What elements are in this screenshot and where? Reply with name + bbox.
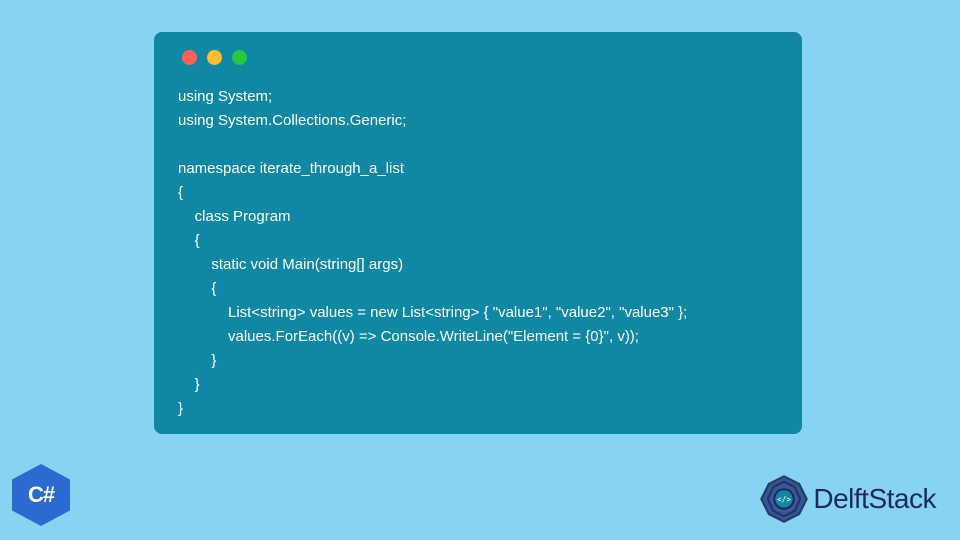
hexagon-icon: C# (12, 464, 70, 526)
code-window: using System; using System.Collections.G… (154, 32, 802, 434)
maximize-icon (232, 50, 247, 65)
traffic-lights (182, 50, 778, 65)
code-line: } (178, 352, 216, 369)
minimize-icon (207, 50, 222, 65)
code-line: using System; (178, 88, 272, 105)
csharp-label: C# (28, 482, 54, 508)
svg-text:</>: </> (778, 495, 792, 504)
code-line: } (178, 376, 200, 393)
code-line: namespace iterate_through_a_list (178, 160, 404, 177)
code-block: using System; using System.Collections.G… (178, 85, 778, 421)
code-line: { (178, 184, 183, 201)
code-line: static void Main(string[] args) (178, 256, 403, 273)
csharp-badge: C# (12, 464, 70, 526)
delftstack-label: DelftStack (813, 483, 936, 515)
code-line: { (178, 232, 200, 249)
close-icon (182, 50, 197, 65)
code-line: class Program (178, 208, 291, 225)
code-line: values.ForEach((v) => Console.WriteLine(… (178, 328, 639, 345)
delftstack-icon: </> (757, 472, 811, 526)
code-line: { (178, 280, 216, 297)
code-line: } (178, 400, 183, 417)
delftstack-logo: </> DelftStack (757, 472, 936, 526)
code-line: using System.Collections.Generic; (178, 112, 406, 129)
code-line: List<string> values = new List<string> {… (178, 304, 687, 321)
